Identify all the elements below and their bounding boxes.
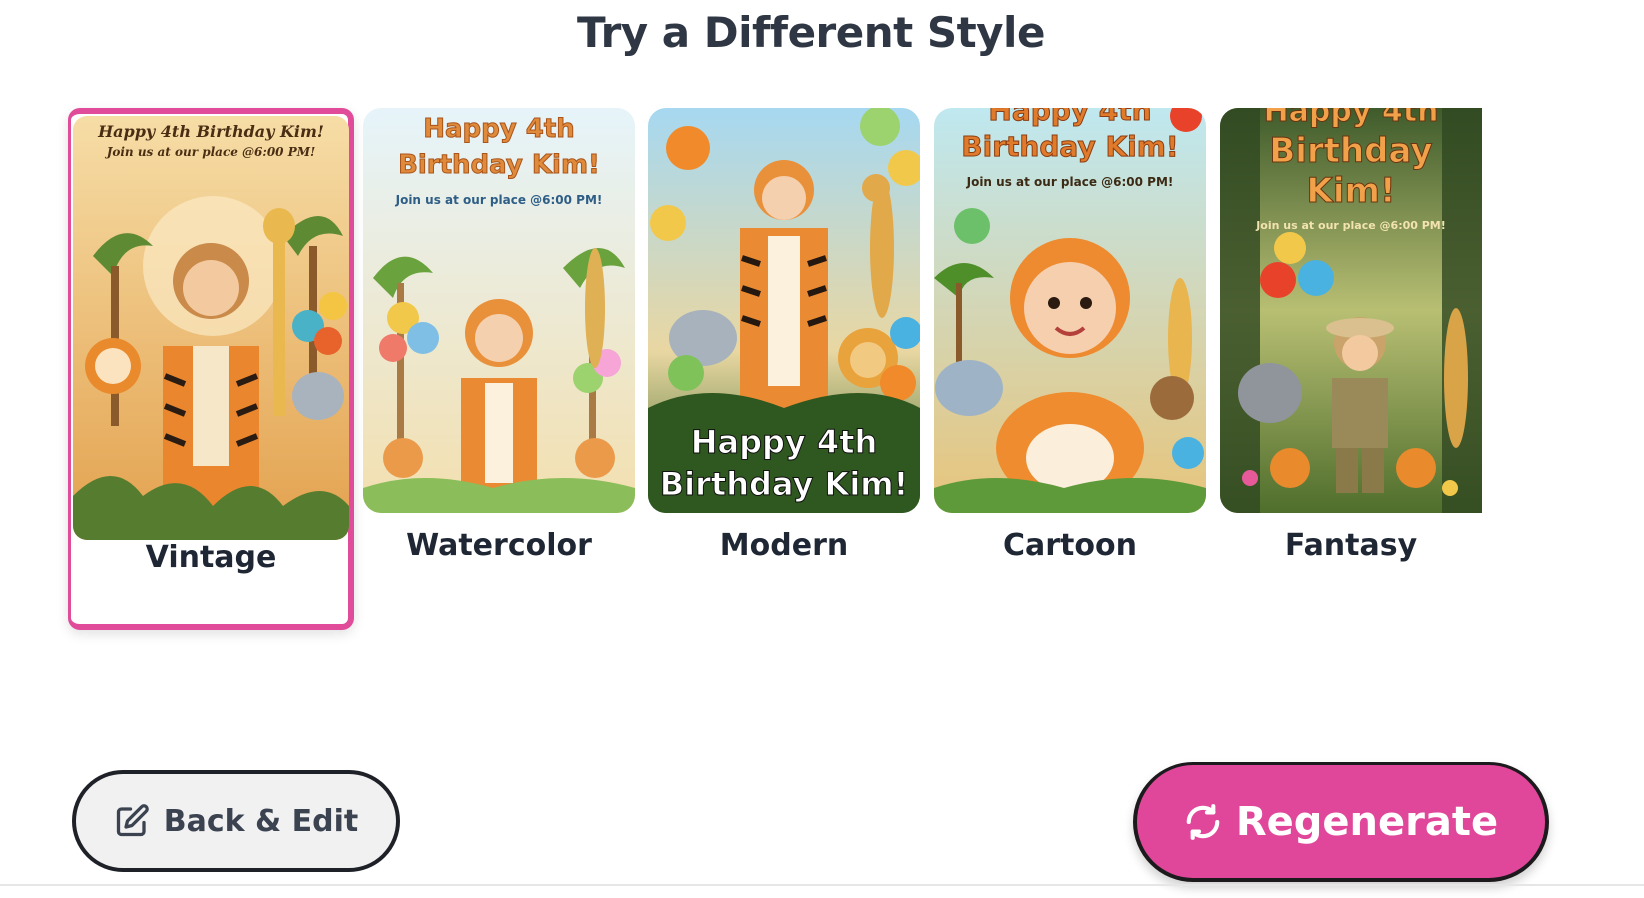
style-card-cartoon[interactable]: Happy 4th Birthday Kim! Join us at our p… [934,108,1206,578]
style-card-modern[interactable]: Happy 4th Birthday Kim! Modern [648,108,920,578]
watercolor-subline: Join us at our place @6:00 PM! [395,193,603,207]
cartoon-illustration [934,108,1206,513]
style-thumbnail-cartoon: Happy 4th Birthday Kim! Join us at our p… [934,108,1206,513]
regenerate-label: Regenerate [1235,798,1499,845]
cartoon-headline-2: Birthday Kim! [961,130,1179,163]
regenerate-button[interactable]: Regenerate [1133,762,1549,882]
vintage-illustration [73,116,349,540]
refresh-icon [1184,803,1222,841]
vintage-subline: Join us at our place @6:00 PM! [106,145,316,159]
fantasy-headline-3: Kim! [1306,171,1396,211]
style-card-vintage[interactable]: Happy 4th Birthday Kim! Join us at our p… [73,110,349,630]
style-label-modern: Modern [719,528,849,563]
style-thumbnail-vintage: Happy 4th Birthday Kim! Join us at our p… [73,116,349,540]
style-label-vintage: Vintage [145,540,277,575]
modern-headline-2: Birthday Kim! [659,465,909,503]
cartoon-headline-1: Happy 4th [988,108,1152,127]
style-thumbnail-fantasy: Happy 4th Birthday Kim! Join us at our p… [1220,108,1482,513]
fantasy-subline: Join us at our place @6:00 PM! [1256,219,1446,232]
fantasy-headline-1: Happy 4th [1263,108,1439,129]
style-options-row: Happy 4th Birthday Kim! Join us at our p… [0,0,1644,660]
style-label-fantasy: Fantasy [1284,528,1418,563]
modern-headline-1: Happy 4th [690,423,878,461]
bottom-divider [0,884,1644,886]
style-card-watercolor[interactable]: Happy 4th Birthday Kim! Join us at our p… [363,108,635,578]
fantasy-headline-2: Birthday [1269,131,1433,171]
style-picker-page: Try a Different Style Happy 4th Birthday… [0,0,1644,898]
back-and-edit-label: Back & Edit [163,803,359,839]
cartoon-subline: Join us at our place @6:00 PM! [966,175,1174,189]
watercolor-headline-2: Birthday Kim! [398,150,601,180]
style-label-cartoon: Cartoon [1003,528,1137,563]
style-card-fantasy[interactable]: Happy 4th Birthday Kim! Join us at our p… [1220,108,1492,578]
back-and-edit-button[interactable]: Back & Edit [72,770,400,872]
style-thumbnail-modern: Happy 4th Birthday Kim! [648,108,920,513]
vintage-headline: Happy 4th Birthday Kim! [98,122,324,141]
edit-icon [114,803,150,839]
style-label-watercolor: Watercolor [406,528,592,563]
watercolor-headline-1: Happy 4th [423,114,576,144]
style-thumbnail-watercolor: Happy 4th Birthday Kim! Join us at our p… [363,108,635,513]
